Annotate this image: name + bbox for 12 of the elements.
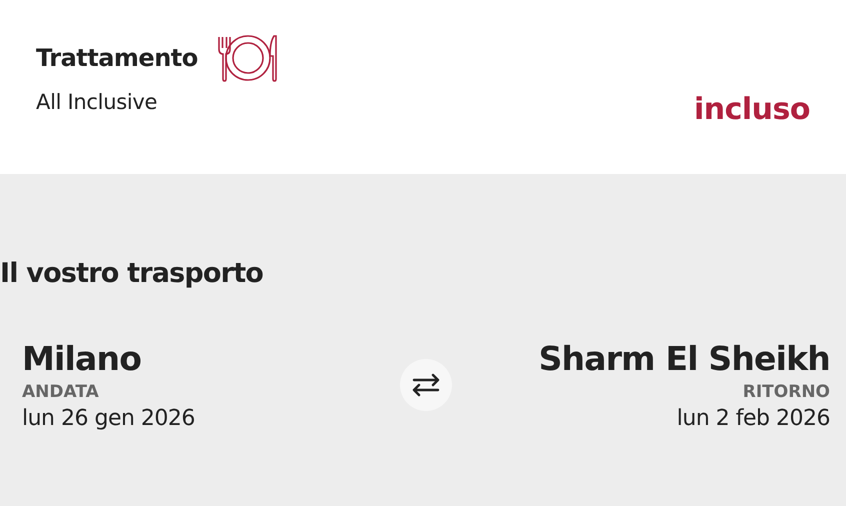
- leg-date: lun 26 gen 2026: [22, 406, 196, 431]
- swap-arrows-icon: [400, 359, 452, 411]
- leg-label: ANDATA: [22, 382, 100, 402]
- price-label: incluso: [694, 92, 810, 127]
- section-title: Il vostro trasporto: [0, 258, 264, 289]
- arrival-city: Sharm El Sheikh: [538, 339, 830, 378]
- board-value: All Inclusive: [36, 90, 158, 114]
- leg-date: lun 2 feb 2026: [676, 406, 830, 431]
- plate-cutlery-icon: [216, 33, 280, 83]
- section-title: Trattamento: [36, 44, 198, 72]
- departure-city: Milano: [22, 339, 142, 378]
- leg-label: RITORNO: [742, 382, 830, 402]
